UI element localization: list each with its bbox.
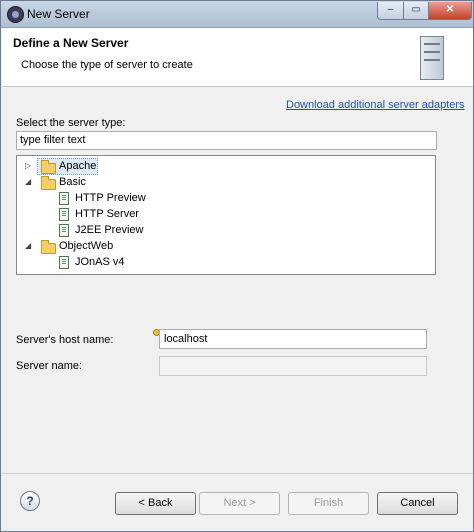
- next-button[interactable]: Next >: [199, 492, 280, 515]
- host-name-input[interactable]: localhost: [159, 329, 427, 349]
- tree-item-j2ee-preview[interactable]: J2EE Preview: [75, 222, 143, 238]
- collapse-arrow-icon[interactable]: ◢: [25, 177, 31, 186]
- cancel-button[interactable]: Cancel: [377, 492, 458, 515]
- wizard-header: Define a New Server Choose the type of s…: [2, 28, 473, 87]
- window-title: New Server: [27, 7, 90, 21]
- finish-button[interactable]: Finish: [288, 492, 369, 515]
- server-type-label: Select the server type:: [16, 117, 126, 129]
- server-type-icon: [59, 192, 69, 205]
- server-type-icon: [59, 208, 69, 221]
- wizard-description: Choose the type of server to create: [21, 59, 193, 71]
- tree-item-jonas[interactable]: JOnAS v4: [75, 254, 125, 270]
- host-name-label: Server's host name:: [16, 334, 114, 346]
- server-type-icon: [59, 224, 69, 237]
- server-name-input[interactable]: [159, 356, 427, 376]
- tree-item-http-server[interactable]: HTTP Server: [75, 206, 139, 222]
- button-bar-divider: [2, 473, 473, 474]
- server-icon: [420, 36, 444, 80]
- tree-item-basic[interactable]: Basic: [59, 174, 86, 190]
- tree-item-apache[interactable]: Apache: [59, 158, 96, 174]
- folder-icon: [41, 160, 56, 174]
- back-button[interactable]: < Back: [115, 492, 196, 515]
- server-type-icon: [59, 256, 69, 269]
- wizard-title: Define a New Server: [13, 36, 129, 50]
- tree-item-http-preview[interactable]: HTTP Preview: [75, 190, 146, 206]
- help-icon[interactable]: ?: [20, 491, 40, 511]
- expand-arrow-icon[interactable]: ▷: [25, 161, 31, 170]
- maximize-button[interactable]: ▭: [403, 2, 429, 20]
- filter-input[interactable]: type filter text: [16, 131, 437, 150]
- download-adapters-link[interactable]: Download additional server adapters: [286, 99, 465, 111]
- folder-icon: [41, 176, 56, 190]
- folder-icon: [41, 240, 56, 254]
- tree-item-objectweb[interactable]: ObjectWeb: [59, 238, 113, 254]
- minimize-button[interactable]: ‒: [377, 2, 404, 20]
- close-button[interactable]: ✕: [428, 2, 472, 20]
- server-type-tree[interactable]: ▷ Apache ◢ Basic HTTP Preview HTTP Serve…: [16, 155, 436, 275]
- server-name-label: Server name:: [16, 360, 83, 372]
- eclipse-icon: [7, 6, 24, 23]
- title-bar: New Server ‒ ▭ ✕: [1, 1, 473, 28]
- new-server-dialog: New Server ‒ ▭ ✕ Define a New Server Cho…: [0, 0, 474, 532]
- collapse-arrow-icon[interactable]: ◢: [25, 241, 31, 250]
